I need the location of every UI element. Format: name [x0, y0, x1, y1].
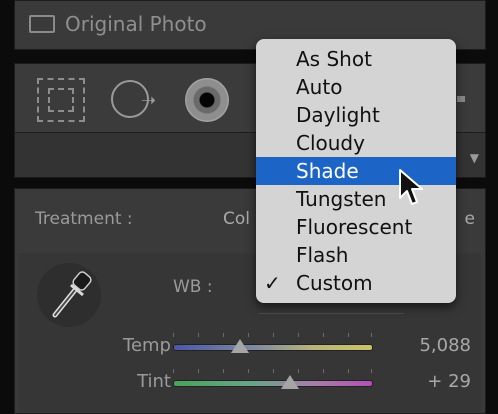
temp-slider-thumb[interactable]	[231, 339, 250, 353]
wb-menu-item-label: Tungsten	[296, 187, 387, 211]
original-photo-toggle[interactable]: Original Photo	[29, 10, 207, 38]
wb-menu-item-label: Cloudy	[296, 131, 365, 155]
adjustment-brush-icon[interactable]	[457, 96, 465, 102]
tint-slider-row: Tint + 29	[19, 369, 481, 395]
white-balance-selector[interactable]	[37, 263, 101, 327]
wb-menu-item[interactable]: Tungsten	[256, 185, 456, 213]
wb-menu-item[interactable]: Flash	[256, 241, 456, 269]
treatment-label: Treatment :	[35, 209, 133, 229]
wb-menu-item[interactable]: Auto	[256, 73, 456, 101]
treatment-bw-option[interactable]: e	[465, 209, 475, 229]
arrow-right-icon: ➝	[141, 90, 157, 111]
wb-menu-item[interactable]: Fluorescent	[256, 213, 456, 241]
tint-value[interactable]: + 29	[427, 371, 471, 392]
wb-menu-item[interactable]: ✓ Custom	[256, 269, 456, 297]
spot-removal-icon[interactable]: ➝	[111, 78, 157, 122]
tint-label: Tint	[137, 371, 171, 392]
temp-value[interactable]: 5,088	[419, 335, 471, 356]
wb-menu-item[interactable]: Cloudy	[256, 129, 456, 157]
eyedropper-icon	[52, 271, 92, 318]
wb-menu-item-label: Daylight	[296, 103, 380, 127]
temp-ticks	[173, 333, 373, 339]
original-photo-label: Original Photo	[65, 12, 207, 36]
wb-menu-item-label: As Shot	[296, 47, 372, 71]
red-eye-icon[interactable]	[185, 78, 229, 122]
mouse-cursor-icon	[399, 169, 423, 205]
temp-label: Temp	[123, 335, 171, 356]
tint-slider-track[interactable]	[173, 380, 373, 387]
collapse-triangle-icon[interactable]: ▼	[470, 151, 479, 165]
wb-label: WB :	[173, 277, 213, 297]
crop-overlay-icon[interactable]	[37, 78, 85, 122]
wb-menu-item-label: Custom	[296, 271, 373, 295]
treatment-color-option[interactable]: Col	[223, 209, 250, 229]
wb-menu-item[interactable]: As Shot	[256, 45, 456, 73]
wb-menu-item-label: Shade	[296, 159, 359, 183]
wb-menu-item-label: Fluorescent	[296, 215, 413, 239]
wb-menu-item-label: Flash	[296, 243, 349, 267]
tint-slider-thumb[interactable]	[280, 375, 299, 389]
temp-slider-row: Temp 5,088	[19, 333, 481, 359]
wb-menu-item-label: Auto	[296, 75, 343, 99]
checkmark-icon: ✓	[264, 271, 281, 295]
wb-menu-item[interactable]: Daylight	[256, 101, 456, 129]
tint-ticks	[173, 369, 373, 375]
temp-slider-track[interactable]	[173, 344, 373, 351]
checkbox-icon[interactable]	[29, 15, 55, 33]
wb-menu-item[interactable]: Shade	[256, 157, 456, 185]
wb-divider	[259, 313, 404, 314]
white-balance-menu[interactable]: As Shot Auto Daylight Cloudy Shade Tungsten Fl…	[256, 39, 456, 303]
